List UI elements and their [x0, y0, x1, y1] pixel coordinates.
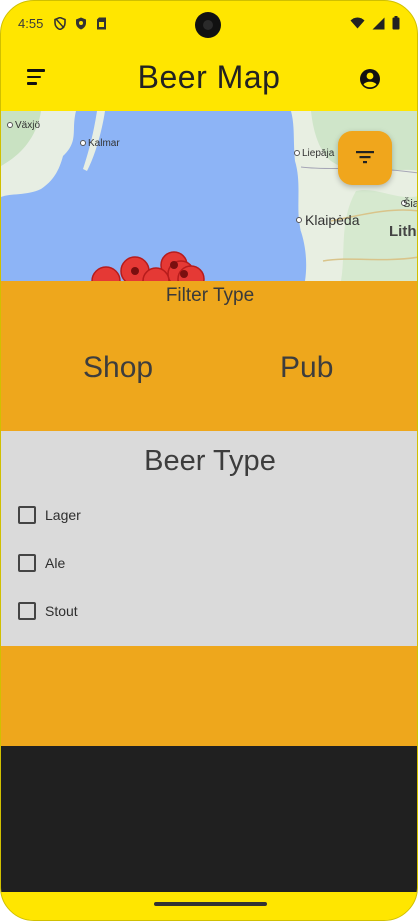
ale-label: Ale [45, 555, 66, 571]
empty-area [1, 746, 417, 892]
account-button[interactable] [359, 68, 383, 92]
map-label-liepaja: Liepāja [302, 148, 335, 159]
filter-option-pub[interactable]: Pub [280, 351, 333, 385]
shield-check-icon [76, 17, 86, 30]
checkbox-row-ale[interactable]: Ale [18, 554, 65, 572]
sim-card-icon [97, 17, 106, 30]
beer-type-title: Beer Type [144, 445, 276, 477]
status-icons-right [350, 16, 400, 30]
filter-type-title: Filter Type [165, 285, 255, 306]
stout-label: Stout [45, 603, 78, 619]
map-label-klaipeda: Klaipėda [305, 212, 360, 228]
lager-label: Lager [45, 507, 81, 523]
front-camera [195, 12, 221, 38]
filter-type-panel: Filter Type Shop Pub [1, 281, 417, 431]
status-bar: 4:55 [1, 1, 417, 49]
system-nav-bar [1, 892, 417, 920]
map-label-lithuania: Lith [389, 223, 417, 240]
map-label-siauliai: Šia [403, 197, 418, 210]
map-view[interactable]: Växjö Kalmar Liepāja Klaipėda Šia Lith [1, 111, 418, 281]
filter-option-shop[interactable]: Shop [83, 351, 153, 385]
checkbox-row-stout[interactable]: Stout [18, 602, 78, 620]
bottom-panel [1, 646, 417, 746]
home-gesture-handle[interactable] [154, 902, 267, 906]
signal-icon [372, 17, 385, 29]
status-time: 4:55 [18, 16, 44, 31]
phone-screen: 4:55 Beer Map Växjö Kalmar Liepāja Klaip… [0, 0, 418, 921]
filter-icon [356, 151, 374, 164]
map-label-vaxjo: Växjö [15, 120, 40, 131]
filter-button[interactable] [338, 131, 392, 185]
stout-checkbox[interactable] [18, 602, 36, 620]
battery-icon [392, 16, 400, 30]
account-circle-icon [360, 69, 380, 89]
ale-checkbox[interactable] [18, 554, 36, 572]
app-bar: Beer Map [1, 49, 417, 111]
map-label-kalmar: Kalmar [88, 138, 120, 149]
shield-icon [54, 17, 66, 30]
beer-type-panel: Beer Type Lager Ale Stout [1, 431, 417, 646]
app-title: Beer Map [137, 59, 281, 95]
wifi-icon [350, 17, 365, 29]
lager-checkbox[interactable] [18, 506, 36, 524]
status-icons-left [54, 17, 107, 30]
beer-marker-cluster[interactable] [91, 251, 205, 281]
checkbox-row-lager[interactable]: Lager [18, 506, 81, 524]
